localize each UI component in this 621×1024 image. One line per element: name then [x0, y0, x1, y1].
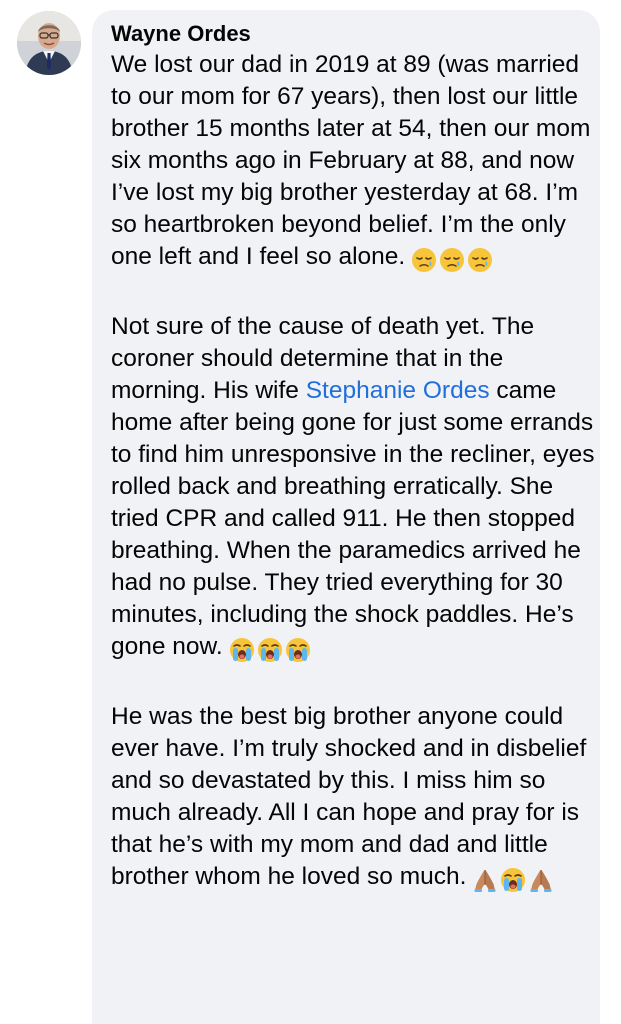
comment-paragraph-1: We lost our dad in 2019 at 89 (was marri…	[111, 49, 600, 279]
comment-paragraph-3: He was the best big brother anyone could…	[111, 701, 600, 899]
loudly-crying-face-icon	[257, 638, 282, 662]
comment-paragraph-1-emojis	[411, 247, 495, 279]
folded-hands-icon	[474, 870, 496, 892]
sleepy-tear-face-icon	[412, 248, 437, 272]
loudly-crying-face-icon	[501, 868, 526, 892]
loudly-crying-face-icon	[229, 638, 254, 662]
avatar-photo	[17, 11, 81, 75]
folded-hands-icon	[530, 870, 552, 892]
comment-bubble: Wayne Ordes We lost our dad in 2019 at 8…	[92, 10, 600, 1024]
comment-author-name[interactable]: Wayne Ordes	[111, 20, 600, 48]
sleepy-tear-face-icon	[468, 248, 493, 272]
comment-paragraph-1-text: We lost our dad in 2019 at 89 (was marri…	[111, 51, 591, 270]
mention-link[interactable]: Stephanie Ordes	[306, 377, 490, 404]
avatar[interactable]	[17, 11, 81, 75]
comment-paragraph-3-text: He was the best big brother anyone could…	[111, 703, 587, 890]
comment-paragraph-2: Not sure of the cause of death yet. The …	[111, 311, 600, 669]
sleepy-tear-face-icon	[440, 248, 465, 272]
comment-paragraph-3-emojis	[472, 867, 556, 899]
loudly-crying-face-icon	[285, 638, 310, 662]
comment-paragraph-2-emojis	[229, 637, 313, 669]
comment-paragraph-2-text-after: came home after being gone for just some…	[111, 377, 595, 660]
